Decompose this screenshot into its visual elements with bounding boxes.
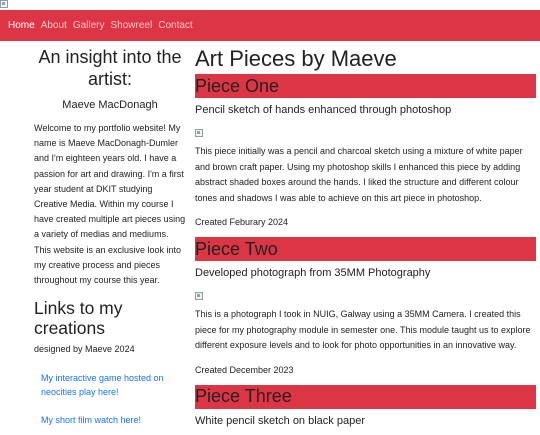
piece-description: This is a photograph I took in NUIG, Gal… <box>195 309 531 350</box>
piece-created: Created December 2023 <box>195 364 294 375</box>
nav-showreel[interactable]: Showreel <box>111 20 153 31</box>
nav-gallery[interactable]: Gallery <box>73 20 105 31</box>
top-strip <box>0 0 540 10</box>
main-content: Art Pieces by Maeve Piece One Pencil ske… <box>195 46 536 435</box>
film-link[interactable]: My short film watch here! <box>41 413 186 427</box>
piece-header: Piece One <box>195 74 536 98</box>
piece-three: Piece Three White pencil sketch on black… <box>195 384 536 427</box>
piece-header-label: Piece Two <box>195 238 278 259</box>
artist-name: Maeve MacDonagh <box>62 99 158 111</box>
piece-image-icon <box>195 292 203 300</box>
piece-two: Piece Two Developed photograph from 35MM… <box>195 237 536 375</box>
piece-subtitle: White pencil sketch on black paper <box>195 414 365 427</box>
broken-image-icon <box>0 0 8 8</box>
nav-about[interactable]: About <box>41 20 67 31</box>
piece-subtitle: Developed photograph from 35MM Photograp… <box>195 267 431 279</box>
navbar: Home About Gallery Showreel Contact <box>0 10 540 41</box>
piece-image-icon <box>195 129 203 137</box>
nav-home[interactable]: Home <box>8 20 35 31</box>
piece-one: Piece One Pencil sketch of hands enhance… <box>195 74 536 227</box>
piece-header-label: Piece Three <box>195 386 292 406</box>
sidebar: An insight into the artist: Maeve MacDon… <box>34 46 186 427</box>
piece-created: Created Feburary 2024 <box>195 217 289 227</box>
piece-description: This piece initially was a pencil and ch… <box>195 146 523 203</box>
page-title: Art Pieces by Maeve <box>195 46 397 71</box>
nav-contact[interactable]: Contact <box>158 20 192 31</box>
game-link[interactable]: My interactive game hosted on neocities … <box>41 371 186 399</box>
sidebar-title: An insight into the artist: <box>38 47 182 89</box>
piece-subtitle: Pencil sketch of hands enhanced through … <box>195 104 452 116</box>
piece-header-label: Piece One <box>195 75 280 96</box>
designed-by: designed by Maeve 2024 <box>34 344 135 355</box>
intro-text: Welcome to my portfolio website! My name… <box>34 123 186 286</box>
links-title: Links to my creations <box>34 298 123 339</box>
piece-header: Piece Two <box>195 237 536 261</box>
